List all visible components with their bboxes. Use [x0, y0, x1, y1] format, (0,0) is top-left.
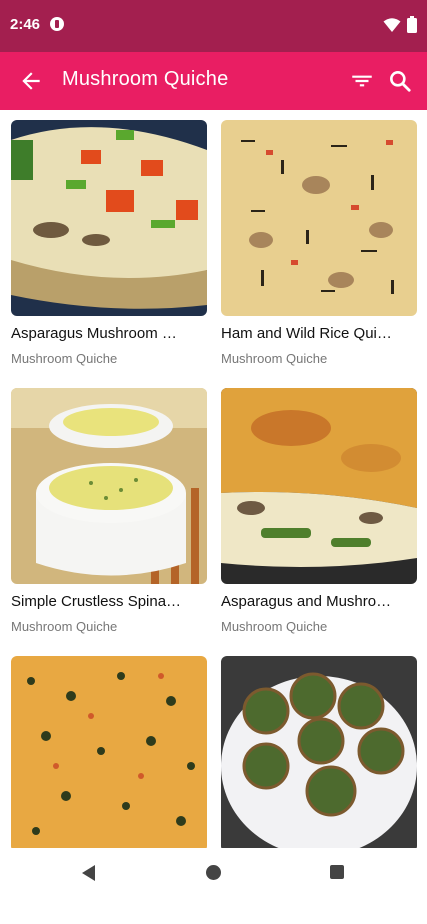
recipe-name: Ham and Wild Rice Qui… — [221, 325, 392, 342]
status-icons — [383, 16, 417, 33]
page-title: Mushroom Quiche — [62, 68, 229, 90]
recipe-card[interactable]: Ham and Wild Rice Qui… Mushroom Quiche — [221, 120, 417, 388]
recipe-card[interactable]: Asparagus Mushroom … Mushroom Quiche — [11, 120, 207, 388]
back-arrow-icon[interactable] — [18, 68, 44, 94]
system-nav-bar — [0, 848, 427, 900]
wifi-icon — [383, 17, 401, 32]
recipe-card[interactable]: Simple Crustless Spina… Mushroom Quiche — [11, 388, 207, 656]
recipe-category: Mushroom Quiche — [221, 351, 328, 366]
recipe-category: Mushroom Quiche — [221, 619, 328, 634]
nav-back-icon[interactable] — [82, 865, 95, 881]
recipe-photo-mini-quiche-cups — [221, 656, 417, 852]
status-time: 2:46 — [10, 16, 41, 33]
recipe-photo-wild-rice-quiche — [221, 120, 417, 316]
nav-home-icon[interactable] — [206, 865, 221, 880]
recipe-name: Asparagus and Mushro… — [221, 593, 392, 610]
recipe-name: Simple Crustless Spina… — [11, 593, 182, 610]
nav-recents-icon[interactable] — [330, 865, 344, 879]
recipe-grid: Asparagus Mushroom … Mushroom Quiche Ham… — [11, 120, 417, 924]
search-icon[interactable] — [387, 68, 413, 94]
recipe-photo-ramekin-quiche — [11, 388, 207, 584]
filter-icon[interactable] — [349, 68, 375, 94]
app-notification-icon — [50, 17, 64, 31]
status-bar: 2:46 — [0, 0, 427, 52]
recipe-photo-asparagus-quiche-slice — [221, 388, 417, 584]
battery-icon — [407, 16, 417, 33]
recipe-photo-spinach-quiche — [11, 656, 207, 852]
recipe-photo-quiche-with-peppers — [11, 120, 207, 316]
recipe-category: Mushroom Quiche — [11, 619, 118, 634]
recipe-category: Mushroom Quiche — [11, 351, 118, 366]
recipe-card[interactable]: Asparagus and Mushro… Mushroom Quiche — [221, 388, 417, 656]
app-bar: Mushroom Quiche — [0, 52, 427, 110]
recipe-name: Asparagus Mushroom … — [11, 325, 177, 342]
